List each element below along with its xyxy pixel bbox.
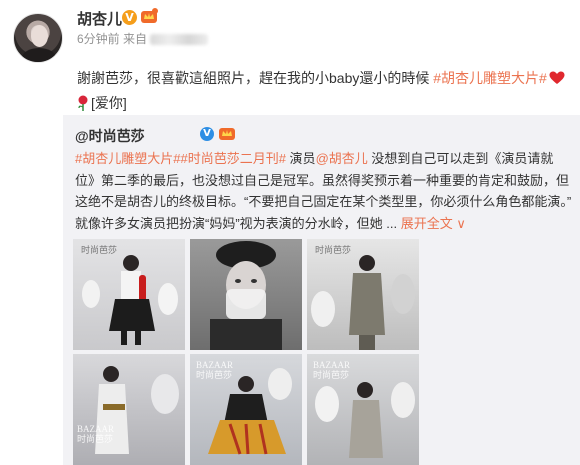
post-text-main: 謝謝芭莎，很喜歡這組照片，趕在我的小baby還小的時候 — [77, 70, 434, 86]
avatar[interactable] — [13, 13, 63, 63]
avatar-body — [22, 48, 56, 62]
blurred-source — [150, 34, 209, 46]
photo-thumbnail-5[interactable]: BAZAAR 时尚芭莎 — [190, 354, 302, 465]
photo-4-watermark: BAZAAR 时尚芭莎 — [77, 424, 115, 444]
photo-thumbnail-4[interactable]: BAZAAR 时尚芭莎 — [73, 354, 185, 465]
photo-4-figure — [95, 366, 179, 454]
repost-mention[interactable]: @胡杏儿 — [316, 151, 368, 166]
post-meta: 6分钟前 来自 — [77, 30, 209, 47]
photo-thumbnail-2[interactable] — [190, 239, 302, 350]
repost-crown-icon — [219, 128, 235, 140]
expand-full-text-link[interactable]: 展开全文 ∨ — [401, 216, 466, 231]
post-time[interactable]: 6分钟前 — [77, 32, 120, 46]
post-source-prefix: 来自 — [123, 32, 148, 46]
photo-6-watermark: BAZAAR 时尚芭莎 — [313, 360, 351, 380]
avatar-face — [31, 25, 48, 47]
rose-emoji-icon — [78, 95, 88, 111]
photo-2-figure — [210, 241, 282, 350]
repost-verified-badge-icon: V — [200, 127, 214, 141]
verified-badge-icon: V — [122, 10, 137, 25]
photo-1-watermark: 时尚芭莎 — [81, 245, 118, 255]
repost-author[interactable]: @时尚芭莎 — [75, 126, 145, 146]
repost-hashtag-1[interactable]: #胡杏儿雕塑大片# — [75, 151, 180, 166]
repost-hashtag-2[interactable]: #时尚芭莎二月刊# — [180, 151, 285, 166]
photo-thumbnail-3[interactable]: 时尚芭莎 — [307, 239, 419, 350]
photo-3-figure — [311, 255, 415, 350]
post-text-end: [爱你] — [91, 95, 127, 111]
member-crown-icon — [141, 8, 158, 23]
chevron-down-icon: ∨ — [456, 215, 466, 231]
post-hashtag[interactable]: #胡杏儿雕塑大片# — [433, 70, 547, 86]
repost-body: #胡杏儿雕塑大片##时尚芭莎二月刊# 演员@胡杏儿 没想到自己可以走到《演员请就… — [75, 148, 572, 234]
photo-thumbnail-1[interactable]: 时尚芭莎 — [73, 239, 185, 350]
photo-3-watermark: 时尚芭莎 — [315, 245, 352, 255]
repost-text-a: 演员 — [285, 151, 316, 166]
post-text: 謝謝芭莎，很喜歡這組照片，趕在我的小baby還小的時候 #胡杏儿雕塑大片# [爱… — [77, 66, 572, 116]
username[interactable]: 胡杏儿 — [77, 8, 122, 29]
repost-card[interactable]: @时尚芭莎 V #胡杏儿雕塑大片##时尚芭莎二月刊# 演员@胡杏儿 没想到自己可… — [63, 115, 580, 465]
photo-thumbnail-6[interactable]: BAZAAR 时尚芭莎 — [307, 354, 419, 465]
heart-emoji-icon — [549, 71, 565, 84]
photo-5-watermark: BAZAAR 时尚芭莎 — [196, 360, 234, 380]
photo-1-figure — [82, 255, 178, 345]
